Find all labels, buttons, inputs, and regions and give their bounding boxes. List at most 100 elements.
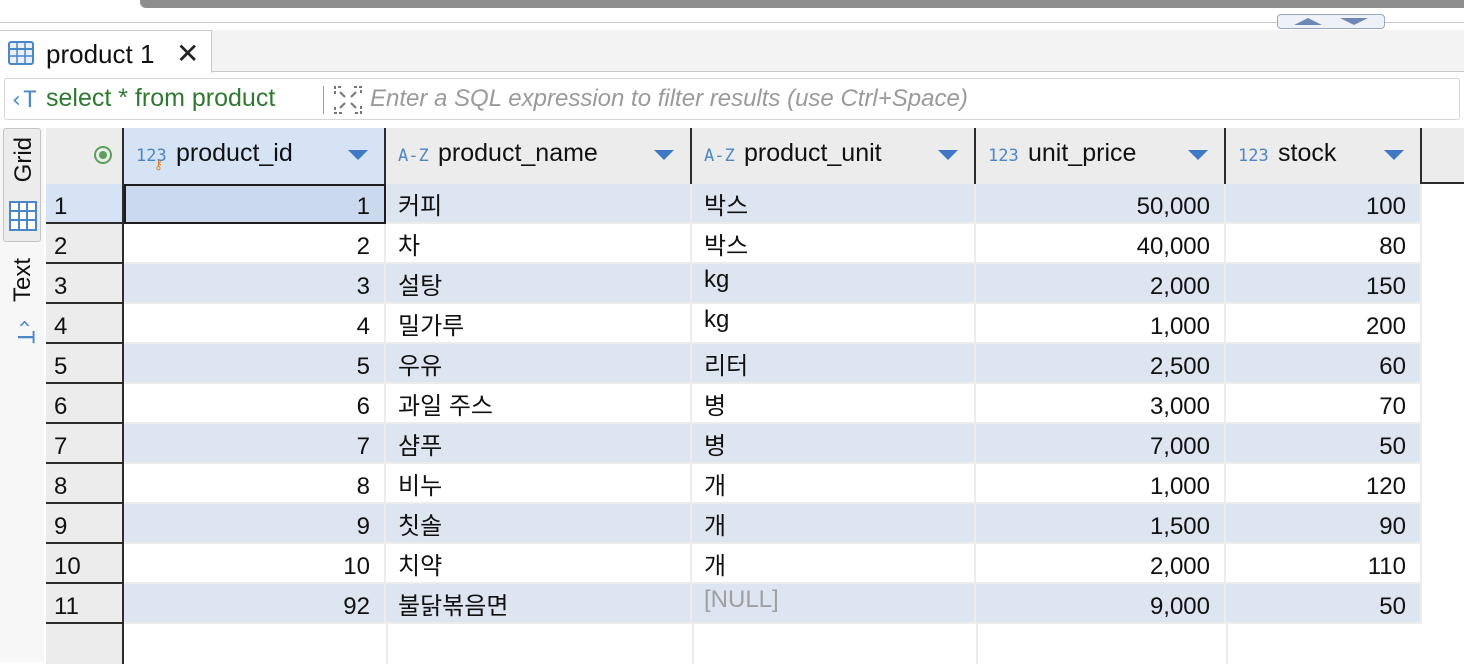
cell-product-name[interactable]: 불닭볶음면 (386, 584, 692, 624)
cell-stock[interactable]: 80 (1226, 224, 1422, 264)
cell-unit-price[interactable]: 40,000 (976, 224, 1226, 264)
cell-product-id[interactable]: 6 (124, 384, 386, 424)
row-number-cell[interactable]: 7 (46, 424, 124, 464)
cell-product-name[interactable]: 과일 주스 (386, 384, 692, 424)
collapse-up-icon[interactable] (1294, 18, 1322, 25)
cell-unit-price[interactable]: 7,000 (976, 424, 1226, 464)
record-mode-icon[interactable] (94, 146, 112, 164)
cell-stock[interactable]: 200 (1226, 304, 1422, 344)
cell-product-unit[interactable]: 병 (692, 424, 976, 464)
tab-grid[interactable]: Grid (3, 128, 41, 242)
cell-stock[interactable]: 150 (1226, 264, 1422, 304)
tab-product-1[interactable]: product 1 ✕ (0, 30, 212, 73)
cell-product-name[interactable]: 차 (386, 224, 692, 264)
table-row[interactable]: 4 4 밀가루 kg 1,000 200 (46, 304, 1464, 344)
row-number-header[interactable] (46, 128, 124, 184)
cell-product-unit[interactable]: 개 (692, 464, 976, 504)
cell-product-name[interactable]: 비누 (386, 464, 692, 504)
cell-stock[interactable]: 50 (1226, 424, 1422, 464)
sort-dropdown-icon[interactable] (1384, 150, 1404, 160)
sort-dropdown-icon[interactable] (654, 150, 674, 160)
cell-unit-price[interactable]: 3,000 (976, 384, 1226, 424)
table-row[interactable]: 3 3 설탕 kg 2,000 150 (46, 264, 1464, 304)
sort-dropdown-icon[interactable] (1188, 150, 1208, 160)
column-header-stock[interactable]: 123 stock (1226, 128, 1422, 184)
table-row[interactable]: 5 5 우유 리터 2,500 60 (46, 344, 1464, 384)
cell-stock[interactable]: 70 (1226, 384, 1422, 424)
column-header-unit-price[interactable]: 123 unit_price (976, 128, 1226, 184)
cell-product-unit[interactable]: 병 (692, 384, 976, 424)
column-header-product-name[interactable]: A-Z product_name (386, 128, 692, 184)
cell-product-id[interactable]: 3 (124, 264, 386, 304)
cell-product-id[interactable]: 5 (124, 344, 386, 384)
table-row[interactable]: 7 7 샴푸 병 7,000 50 (46, 424, 1464, 464)
close-icon[interactable]: ✕ (176, 37, 199, 70)
cell-unit-price[interactable]: 1,500 (976, 504, 1226, 544)
cell-product-name[interactable]: 샴푸 (386, 424, 692, 464)
query-text[interactable]: select * from product (46, 84, 275, 113)
expand-icon[interactable] (332, 84, 364, 116)
row-number-cell[interactable]: 2 (46, 224, 124, 264)
cell-unit-price[interactable]: 9,000 (976, 584, 1226, 624)
cell-stock[interactable]: 60 (1226, 344, 1422, 384)
sort-dropdown-icon[interactable] (938, 150, 958, 160)
results-grid[interactable]: 123 ⚷ product_id A-Z product_name A-Z pr… (46, 128, 1464, 664)
row-number-cell[interactable]: 5 (46, 344, 124, 384)
cell-product-name[interactable]: 칫솔 (386, 504, 692, 544)
cell-stock[interactable]: 100 (1226, 184, 1422, 224)
table-row[interactable]: 6 6 과일 주스 병 3,000 70 (46, 384, 1464, 424)
cell-stock[interactable]: 110 (1226, 544, 1422, 584)
table-row[interactable]: 1 1 커피 박스 50,000 100 (46, 184, 1464, 224)
cell-product-unit[interactable]: 개 (692, 504, 976, 544)
cell-product-name[interactable]: 치약 (386, 544, 692, 584)
cell-product-id[interactable]: 1 (124, 184, 386, 224)
row-number-cell[interactable]: 6 (46, 384, 124, 424)
cell-product-unit[interactable]: kg (692, 264, 976, 304)
row-number-cell[interactable]: 9 (46, 504, 124, 544)
cell-product-id[interactable]: 9 (124, 504, 386, 544)
cell-unit-price[interactable]: 1,000 (976, 464, 1226, 504)
cell-product-name[interactable]: 밀가루 (386, 304, 692, 344)
cell-unit-price[interactable]: 50,000 (976, 184, 1226, 224)
column-header-product-id[interactable]: 123 ⚷ product_id (124, 128, 386, 184)
cell-product-id[interactable]: 10 (124, 544, 386, 584)
row-number-cell[interactable]: 11 (46, 584, 124, 624)
row-number-cell[interactable]: 3 (46, 264, 124, 304)
filter-expression-input[interactable] (370, 82, 1450, 116)
cell-unit-price[interactable]: 2,500 (976, 344, 1226, 384)
panel-splitter-handle[interactable] (1277, 14, 1385, 29)
tab-text[interactable]: Text ‹T (3, 252, 41, 362)
cell-product-unit[interactable]: 박스 (692, 184, 976, 224)
cell-unit-price[interactable]: 2,000 (976, 544, 1226, 584)
row-number-cell[interactable]: 4 (46, 304, 124, 344)
cell-product-name[interactable]: 우유 (386, 344, 692, 384)
cell-unit-price[interactable]: 2,000 (976, 264, 1226, 304)
row-number-cell[interactable]: 1 (46, 184, 124, 224)
cell-stock[interactable]: 50 (1226, 584, 1422, 624)
table-row[interactable]: 2 2 차 박스 40,000 80 (46, 224, 1464, 264)
cell-product-id[interactable]: 7 (124, 424, 386, 464)
cell-stock[interactable]: 120 (1226, 464, 1422, 504)
row-number-cell[interactable]: 10 (46, 544, 124, 584)
table-row[interactable]: 11 92 불닭볶음면 [NULL] 9,000 50 (46, 584, 1464, 624)
cell-product-unit[interactable]: 개 (692, 544, 976, 584)
table-row[interactable]: 8 8 비누 개 1,000 120 (46, 464, 1464, 504)
cell-product-unit[interactable]: 박스 (692, 224, 976, 264)
cell-product-id[interactable]: 4 (124, 304, 386, 344)
cell-unit-price[interactable]: 1,000 (976, 304, 1226, 344)
cell-product-unit[interactable]: 리터 (692, 344, 976, 384)
cell-product-id[interactable]: 2 (124, 224, 386, 264)
row-number-cell[interactable]: 8 (46, 464, 124, 504)
expand-down-icon[interactable] (1340, 18, 1368, 25)
cell-product-id[interactable]: 92 (124, 584, 386, 624)
table-row[interactable]: 9 9 칫솔 개 1,500 90 (46, 504, 1464, 544)
cell-product-unit[interactable]: kg (692, 304, 976, 344)
sort-dropdown-icon[interactable] (348, 150, 368, 160)
column-header-product-unit[interactable]: A-Z product_unit (692, 128, 976, 184)
cell-product-id[interactable]: 8 (124, 464, 386, 504)
table-row[interactable]: 10 10 치약 개 2,000 110 (46, 544, 1464, 584)
cell-stock[interactable]: 90 (1226, 504, 1422, 544)
cell-product-name[interactable]: 설탕 (386, 264, 692, 304)
cell-product-unit[interactable]: [NULL] (692, 584, 976, 624)
cell-product-name[interactable]: 커피 (386, 184, 692, 224)
